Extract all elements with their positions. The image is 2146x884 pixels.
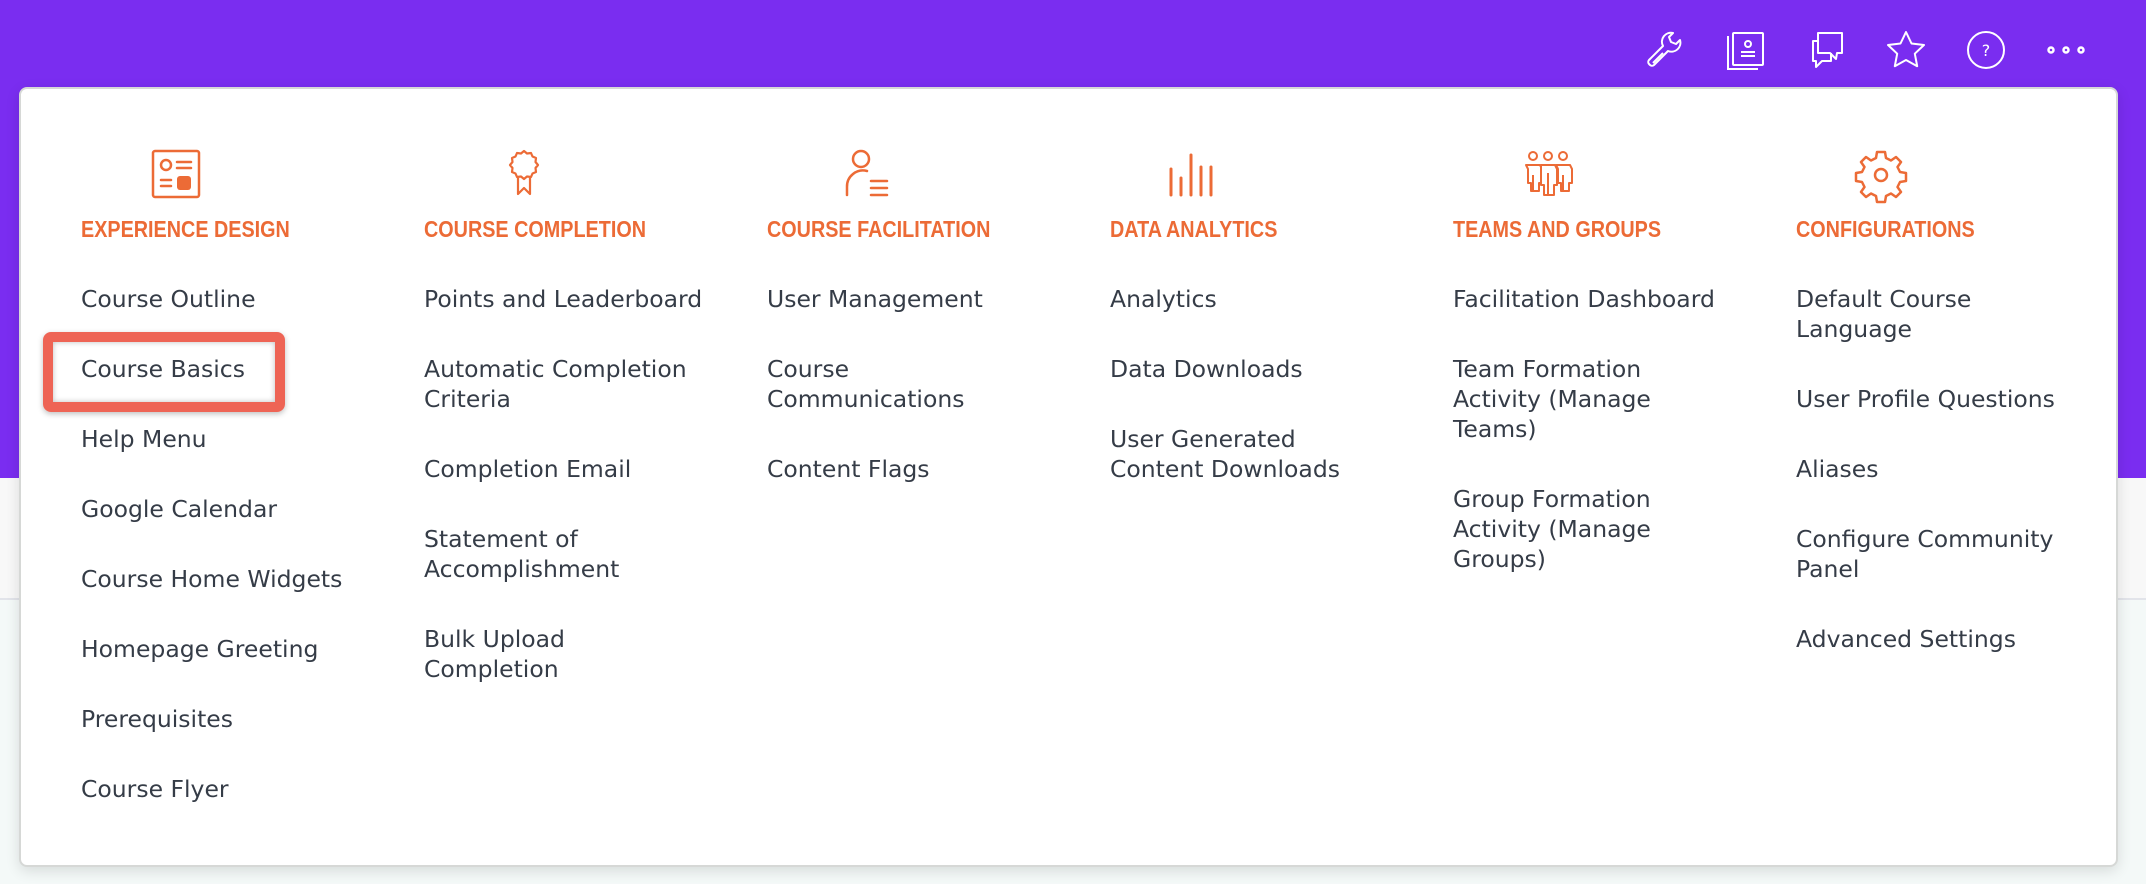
more-dots-icon [2047, 46, 2085, 54]
column-title: TEAMS AND GROUPS [1453, 216, 1662, 242]
menu-item-course-communications[interactable]: Course Communications [767, 354, 1027, 414]
header-toolbar: ? [1626, 22, 2106, 78]
menu-item-homepage-greeting[interactable]: Homepage Greeting [81, 634, 381, 664]
admin-mega-menu: EXPERIENCE DESIGN Course Outline Course … [19, 87, 2118, 867]
menu-item-course-flyer[interactable]: Course Flyer [81, 774, 381, 804]
profile-book-icon [1727, 32, 1764, 70]
menu-item-analytics[interactable]: Analytics [1110, 284, 1370, 314]
menu-item-configure-community-panel[interactable]: Configure Community Panel [1796, 524, 2081, 584]
column-title: COURSE FACILITATION [767, 216, 991, 242]
help-button[interactable]: ? [1946, 22, 2026, 78]
bar-chart-icon [1162, 145, 1222, 205]
tools-button[interactable] [1626, 22, 1706, 78]
favorites-button[interactable] [1866, 22, 1946, 78]
column-title: DATA ANALYTICS [1110, 216, 1278, 242]
menu-item-user-profile-questions[interactable]: User Profile Questions [1796, 384, 2081, 414]
menu-item-prerequisites[interactable]: Prerequisites [81, 704, 381, 734]
menu-item-content-flags[interactable]: Content Flags [767, 454, 1027, 484]
menu-item-points-and-leaderboard[interactable]: Points and Leaderboard [424, 284, 704, 314]
svg-text:?: ? [1982, 41, 1991, 60]
menu-item-help-menu[interactable]: Help Menu [81, 424, 381, 454]
star-icon [1887, 31, 1925, 68]
award-ribbon-icon [494, 145, 554, 205]
menu-item-data-downloads[interactable]: Data Downloads [1110, 354, 1370, 384]
column-title: COURSE COMPLETION [424, 216, 646, 242]
more-button[interactable] [2026, 22, 2106, 78]
team-people-icon [1518, 145, 1578, 205]
column-title: CONFIGURATIONS [1796, 216, 1975, 242]
help-circle-icon: ? [1967, 31, 2005, 69]
messages-button[interactable] [1786, 22, 1866, 78]
menu-item-user-generated-content-downloads[interactable]: User Generated Content Downloads [1110, 424, 1370, 484]
menu-item-default-course-language[interactable]: Default Course Language [1796, 284, 2081, 344]
menu-item-advanced-settings[interactable]: Advanced Settings [1796, 624, 2081, 654]
menu-item-user-management[interactable]: User Management [767, 284, 1027, 314]
menu-item-statement-of-accomplishment[interactable]: Statement of Accomplishment [424, 524, 704, 584]
gear-icon [1851, 145, 1911, 205]
menu-item-team-formation-activity[interactable]: Team Formation Activity (Manage Teams) [1453, 354, 1728, 444]
menu-item-group-formation-activity[interactable]: Group Formation Activity (Manage Groups) [1453, 484, 1728, 574]
profile-layout-icon [146, 145, 206, 205]
wrench-icon [1647, 31, 1682, 67]
menu-item-automatic-completion-criteria[interactable]: Automatic Completion Criteria [424, 354, 704, 414]
catalog-button[interactable] [1706, 22, 1786, 78]
menu-item-course-outline[interactable]: Course Outline [81, 284, 381, 314]
column-title: EXPERIENCE DESIGN [81, 216, 290, 242]
user-list-icon [837, 145, 897, 205]
menu-item-google-calendar[interactable]: Google Calendar [81, 494, 381, 524]
menu-item-course-home-widgets[interactable]: Course Home Widgets [81, 564, 381, 594]
menu-item-aliases[interactable]: Aliases [1796, 454, 2081, 484]
chat-bubbles-icon [1812, 32, 1843, 68]
menu-item-facilitation-dashboard[interactable]: Facilitation Dashboard [1453, 284, 1728, 314]
menu-item-completion-email[interactable]: Completion Email [424, 454, 704, 484]
menu-item-course-basics[interactable]: Course Basics [81, 354, 381, 384]
menu-item-bulk-upload-completion[interactable]: Bulk Upload Completion [424, 624, 704, 684]
